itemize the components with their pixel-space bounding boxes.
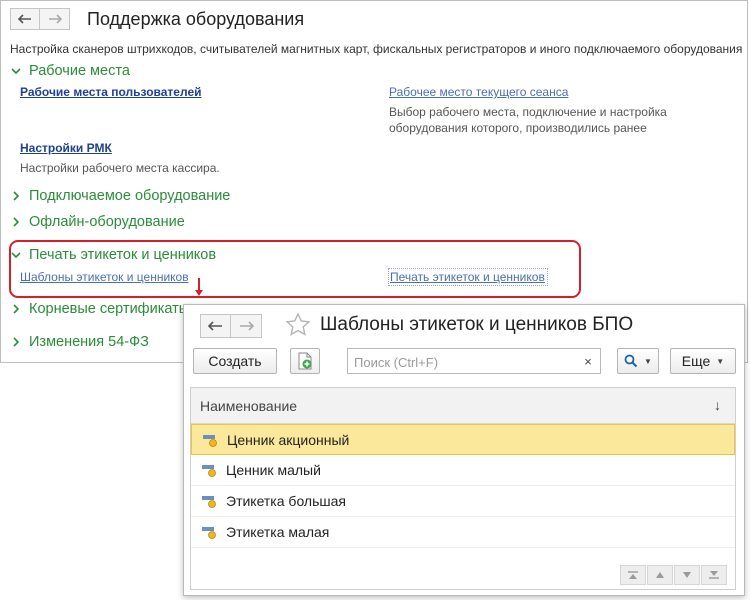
templates-table: Наименование ↓ Ценник акционный Ценник м…	[190, 387, 736, 590]
description-line: оборудования которого, производились ран…	[389, 121, 647, 135]
more-button-label: Еще	[681, 353, 711, 369]
chevron-right-icon	[10, 190, 24, 202]
link-rmk-settings[interactable]: Настройки РМК	[20, 141, 112, 155]
section-label: Офлайн-оборудование	[29, 214, 185, 230]
double-down-arrow-icon	[709, 571, 719, 579]
more-button[interactable]: Еще ▼	[670, 348, 736, 374]
chevron-down-icon	[10, 249, 24, 261]
section-label-printing[interactable]: Печать этикеток и ценников	[10, 247, 216, 263]
rmk-description: Настройки рабочего места кассира.	[20, 161, 220, 175]
row-name: Ценник малый	[226, 462, 321, 478]
forward-button[interactable]	[40, 8, 70, 30]
column-header-name[interactable]: Наименование	[200, 398, 297, 414]
add-document-icon	[298, 352, 312, 370]
close-icon: ×	[584, 353, 592, 369]
dropdown-arrow-icon: ▼	[716, 356, 725, 366]
section-label: Изменения 54-ФЗ	[29, 334, 149, 350]
arrow-left-icon	[18, 14, 31, 24]
link-current-session-workplace[interactable]: Рабочее место текущего сеанса	[389, 85, 568, 99]
row-name: Этикетка большая	[226, 493, 346, 509]
search-field[interactable]: ×	[347, 348, 601, 374]
table-scroll-controls	[620, 565, 727, 585]
description-line: Выбор рабочего места, подключение и наст…	[389, 105, 667, 119]
double-up-arrow-icon	[628, 571, 638, 579]
section-workplaces[interactable]: Рабочие места	[10, 63, 130, 79]
up-arrow-icon	[656, 572, 664, 578]
link-print-labels[interactable]: Печать этикеток и ценников	[390, 270, 545, 284]
chevron-right-icon	[10, 303, 24, 315]
section-label: Рабочие места	[29, 63, 130, 79]
back-button[interactable]	[200, 314, 231, 338]
scroll-down-button[interactable]	[674, 565, 700, 585]
create-button-label: Создать	[208, 353, 262, 369]
red-arrow-down-icon	[195, 278, 203, 296]
template-item-icon	[202, 463, 218, 477]
arrow-left-icon	[208, 321, 222, 331]
section-root-certificates[interactable]: Корневые сертификаты	[10, 301, 189, 317]
section-offline-equipment[interactable]: Офлайн-оборудование	[10, 214, 185, 230]
label-templates-window: Шаблоны этикеток и ценников БПО Создать …	[183, 304, 745, 596]
row-name: Этикетка малая	[226, 524, 330, 540]
row-name: Ценник акционный	[227, 431, 350, 448]
search-button[interactable]: ▼	[617, 348, 659, 374]
template-item-icon	[202, 494, 218, 508]
section-changes-54fz[interactable]: Изменения 54-ФЗ	[10, 334, 149, 350]
template-item-icon	[203, 433, 219, 447]
chevron-down-icon	[10, 65, 24, 77]
current-session-description: Выбор рабочего места, подключение и наст…	[389, 104, 667, 136]
table-row[interactable]: Ценник акционный	[191, 424, 735, 455]
link-label-templates[interactable]: Шаблоны этикеток и ценников	[20, 270, 189, 284]
dropdown-arrow-icon: ▼	[644, 356, 652, 366]
window-title: Поддержка оборудования	[87, 9, 305, 29]
table-row[interactable]: Ценник малый	[191, 455, 735, 486]
scroll-to-top-button[interactable]	[620, 565, 646, 585]
sort-arrow-icon[interactable]: ↓	[714, 397, 721, 413]
create-button[interactable]: Создать	[193, 348, 277, 374]
table-row[interactable]: Этикетка большая	[191, 486, 735, 517]
main-nav-buttons	[10, 8, 70, 30]
table-row[interactable]: Этикетка малая	[191, 517, 735, 548]
scroll-up-button[interactable]	[647, 565, 673, 585]
section-label: Печать этикеток и ценников	[29, 247, 217, 263]
favorite-star-icon[interactable]	[285, 312, 311, 338]
popup-title: Шаблоны этикеток и ценников БПО	[320, 314, 634, 335]
link-user-workplaces[interactable]: Рабочие места пользователей	[20, 85, 202, 99]
clear-search-button[interactable]: ×	[576, 349, 600, 373]
section-connected-equipment[interactable]: Подключаемое оборудование	[10, 188, 230, 204]
arrow-right-icon	[239, 321, 254, 331]
down-arrow-icon	[683, 572, 691, 578]
popup-nav-buttons	[200, 314, 262, 338]
window-description: Настройка сканеров штрихкодов, считывате…	[10, 42, 743, 56]
chevron-right-icon	[10, 336, 24, 348]
search-input[interactable]	[352, 350, 576, 374]
forward-button[interactable]	[231, 314, 262, 338]
section-label: Корневые сертификаты	[29, 301, 190, 317]
scroll-to-bottom-button[interactable]	[701, 565, 727, 585]
back-button[interactable]	[10, 8, 40, 30]
table-header[interactable]: Наименование ↓	[191, 388, 735, 424]
create-copy-button[interactable]	[290, 348, 320, 374]
template-item-icon	[202, 525, 218, 539]
chevron-right-icon	[10, 216, 24, 228]
section-label: Подключаемое оборудование	[29, 188, 231, 204]
arrow-right-icon	[48, 14, 62, 24]
search-icon	[624, 354, 638, 368]
